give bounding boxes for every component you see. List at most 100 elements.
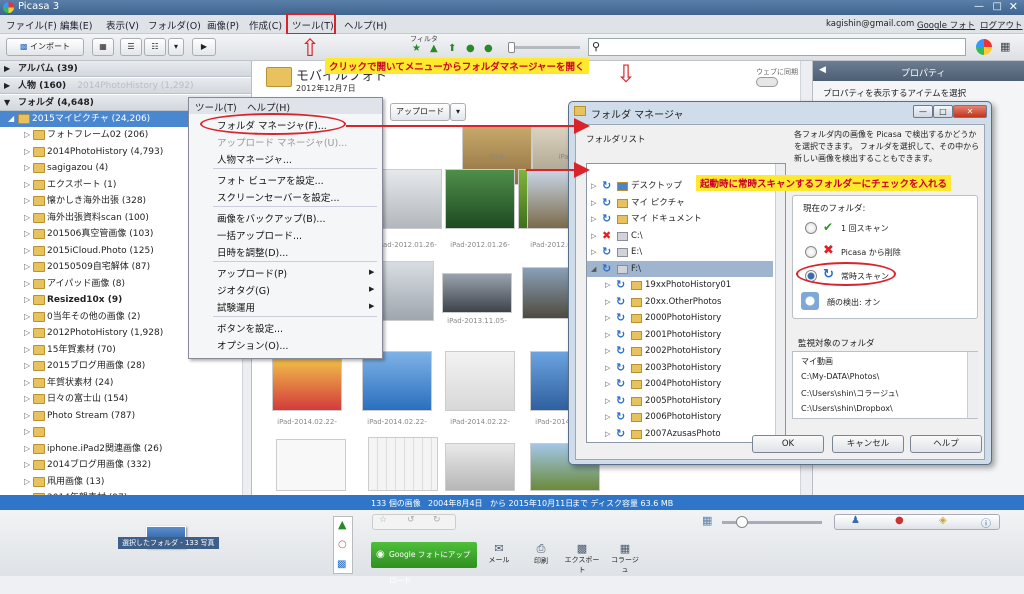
menu-item-photo-viewer[interactable]: フォト ビューアを設定... bbox=[217, 173, 324, 187]
expand-arrow-icon[interactable]: ▷ bbox=[24, 474, 30, 490]
expand-arrow-icon[interactable]: ▷ bbox=[605, 376, 610, 392]
email-button[interactable]: ✉ メール bbox=[486, 542, 512, 565]
photo-thumbnail[interactable] bbox=[445, 351, 515, 411]
expand-arrow-icon[interactable]: ▷ bbox=[24, 457, 30, 473]
maximize-icon[interactable]: □ bbox=[993, 1, 1002, 12]
expand-arrow-icon[interactable]: ▷ bbox=[605, 360, 610, 376]
menu-item-adjust-date[interactable]: 日時を調整(D)... bbox=[217, 245, 288, 259]
folder-tree-row[interactable]: ▷ ↻ 20xx.OtherPhotos bbox=[587, 294, 773, 310]
logout-link[interactable]: ログアウト bbox=[980, 19, 1023, 31]
albums-section[interactable]: ▶ アルバム (39) bbox=[0, 61, 251, 77]
folder-tree-row[interactable]: ▷ ↻ 2000PhotoHistory bbox=[587, 310, 773, 326]
maximize-button[interactable]: □ bbox=[933, 105, 953, 118]
photo-thumbnail[interactable] bbox=[276, 439, 346, 491]
upload-filter-icon[interactable]: ⬆ bbox=[448, 43, 456, 54]
folder-tree-row[interactable]: ▷ ↻ 2006PhotoHistory bbox=[587, 409, 773, 425]
expand-arrow-icon[interactable]: ▷ bbox=[591, 195, 596, 211]
menu-folder[interactable]: フォルダ(O) bbox=[148, 18, 201, 32]
folder-tree-row[interactable]: ▷ ↻ マイ ドキュメント bbox=[587, 211, 773, 227]
menu-item-batch-upload[interactable]: 一括アップロード... bbox=[217, 228, 302, 242]
people-view-button[interactable]: ▦ bbox=[92, 38, 114, 56]
search-input[interactable]: ⚲ bbox=[588, 38, 966, 56]
expand-arrow-icon[interactable]: ▷ bbox=[24, 309, 30, 325]
folder-row[interactable]: ▷ bbox=[0, 424, 251, 440]
expand-arrow-icon[interactable]: ▷ bbox=[24, 210, 30, 226]
expand-arrow-icon[interactable]: ▷ bbox=[24, 342, 30, 358]
folder-tree-row[interactable]: ▷↻2007PhotoHistory bbox=[587, 442, 773, 443]
folder-tree-row[interactable]: ▷ ↻ 2007AzusasPhoto bbox=[587, 426, 773, 442]
expand-arrow-icon[interactable]: ▷ bbox=[591, 211, 596, 227]
web-sync-toggle[interactable] bbox=[756, 77, 778, 87]
expand-arrow-icon[interactable]: ▷ bbox=[24, 160, 30, 176]
people-filter-icon[interactable]: ● bbox=[466, 43, 475, 54]
photo-thumbnail[interactable] bbox=[445, 443, 515, 491]
photo-thumbnail[interactable] bbox=[445, 169, 515, 229]
watched-item[interactable]: マイ動画 bbox=[801, 356, 833, 367]
expand-arrow-icon[interactable]: ▷ bbox=[24, 391, 30, 407]
expand-arrow-icon[interactable]: ▷ bbox=[24, 325, 30, 341]
map-pin-icon[interactable]: ● bbox=[895, 515, 904, 526]
expand-arrow-icon[interactable]: ▷ bbox=[24, 193, 30, 209]
menu-help[interactable]: ヘルプ(H) bbox=[344, 18, 387, 32]
expand-arrow-icon[interactable]: ▷ bbox=[24, 127, 30, 143]
video-filter-icon[interactable]: ▲ bbox=[430, 43, 438, 54]
expand-arrow-icon[interactable]: ▷ bbox=[591, 228, 596, 244]
folder-tree-row[interactable]: ▷ ↻ 2002PhotoHistory bbox=[587, 343, 773, 359]
rotate-right-icon[interactable]: ↻ bbox=[433, 515, 441, 525]
menu-view[interactable]: 表示(V) bbox=[106, 18, 139, 32]
watched-item[interactable]: C:\Users\shin\Dropbox\ bbox=[801, 404, 893, 413]
people-section[interactable]: ▶ 人物 (160) 2014PhotoHistory (1,292) bbox=[0, 78, 251, 94]
list-view-button[interactable]: ☰ bbox=[120, 38, 142, 56]
radio-remove[interactable] bbox=[805, 246, 817, 258]
expand-arrow-icon[interactable]: ▷ bbox=[605, 409, 610, 425]
menu-item-backup[interactable]: 画像をバックアップ(B)... bbox=[217, 211, 326, 225]
folder-row[interactable]: ▷ Photo Stream (787) bbox=[0, 408, 251, 424]
watched-item[interactable]: C:\Users\shin\コラージュ\ bbox=[801, 388, 898, 399]
expand-arrow-icon[interactable]: ▷ bbox=[591, 178, 596, 194]
watched-item[interactable]: C:\My-DATA\Photos\ bbox=[801, 372, 879, 381]
expand-arrow-icon[interactable]: ▷ bbox=[605, 343, 610, 359]
menu-item-buttons[interactable]: ボタンを設定... bbox=[217, 321, 283, 335]
menu-create[interactable]: 作成(C) bbox=[249, 18, 282, 32]
folder-tree-scrollbar[interactable] bbox=[775, 164, 785, 442]
add-to-album-icon[interactable]: ▩ bbox=[337, 559, 346, 570]
star-icon[interactable]: ☆ bbox=[379, 515, 387, 525]
minimize-icon[interactable]: — bbox=[974, 1, 984, 12]
grid-icon[interactable]: ▦ bbox=[1000, 40, 1010, 53]
photo-thumbnail[interactable] bbox=[272, 351, 342, 411]
collage-button[interactable]: ▦ コラージュ bbox=[608, 542, 642, 575]
expand-arrow-icon[interactable]: ▷ bbox=[605, 310, 610, 326]
close-button[interactable]: ✕ bbox=[953, 105, 987, 118]
folder-row[interactable]: ▷ iphone.iPad2関連画像 (26) bbox=[0, 441, 251, 457]
menu-header-tool[interactable]: ツール(T) bbox=[195, 100, 237, 114]
expand-arrow-icon[interactable]: ▷ bbox=[24, 441, 30, 457]
folder-tree-row[interactable]: ▷ ↻ マイ ピクチャ bbox=[587, 195, 773, 211]
folder-tree-row[interactable]: ▷ ↻ 2003PhotoHistory bbox=[587, 360, 773, 376]
watched-scrollbar[interactable] bbox=[967, 352, 978, 418]
help-button[interactable]: ヘルプ bbox=[910, 435, 982, 453]
expand-arrow-icon[interactable]: ▷ bbox=[605, 294, 610, 310]
folder-tree-row[interactable]: ▷ ↻ 19xxPhotoHistory01 bbox=[587, 277, 773, 293]
expand-arrow-icon[interactable]: ▷ bbox=[24, 276, 30, 292]
expand-arrow-icon[interactable]: ▷ bbox=[591, 244, 596, 260]
photo-thumbnail[interactable] bbox=[442, 273, 512, 313]
expand-arrow-icon[interactable]: ▷ bbox=[605, 426, 610, 442]
menu-edit[interactable]: 編集(E) bbox=[60, 18, 92, 32]
menu-item-upload[interactable]: アップロード(P) bbox=[217, 266, 287, 280]
menu-file[interactable]: ファイル(F) bbox=[6, 18, 57, 32]
menu-image[interactable]: 画像(P) bbox=[207, 18, 239, 32]
ok-button[interactable]: OK bbox=[752, 435, 824, 453]
folder-tree-row[interactable]: ▷ ↻ 2001PhotoHistory bbox=[587, 327, 773, 343]
tag-icon[interactable]: ◈ bbox=[939, 515, 947, 526]
date-slider[interactable] bbox=[510, 46, 580, 49]
person-icon[interactable]: ♟ bbox=[851, 515, 860, 526]
expand-arrow-icon[interactable]: ▷ bbox=[24, 424, 30, 440]
upload-google-button[interactable]: ◉ Google フォトにアップロード bbox=[371, 542, 477, 585]
menu-header-help[interactable]: ヘルプ(H) bbox=[247, 100, 290, 114]
folder-row[interactable]: ▷ 年賀状素材 (24) bbox=[0, 375, 251, 391]
photo-thumbnail[interactable] bbox=[368, 437, 438, 491]
clear-icon[interactable]: ○ bbox=[338, 539, 347, 550]
minimize-button[interactable]: — bbox=[913, 105, 933, 118]
expand-arrow-icon[interactable]: ▷ bbox=[24, 408, 30, 424]
photo-thumbnail[interactable] bbox=[362, 351, 432, 411]
